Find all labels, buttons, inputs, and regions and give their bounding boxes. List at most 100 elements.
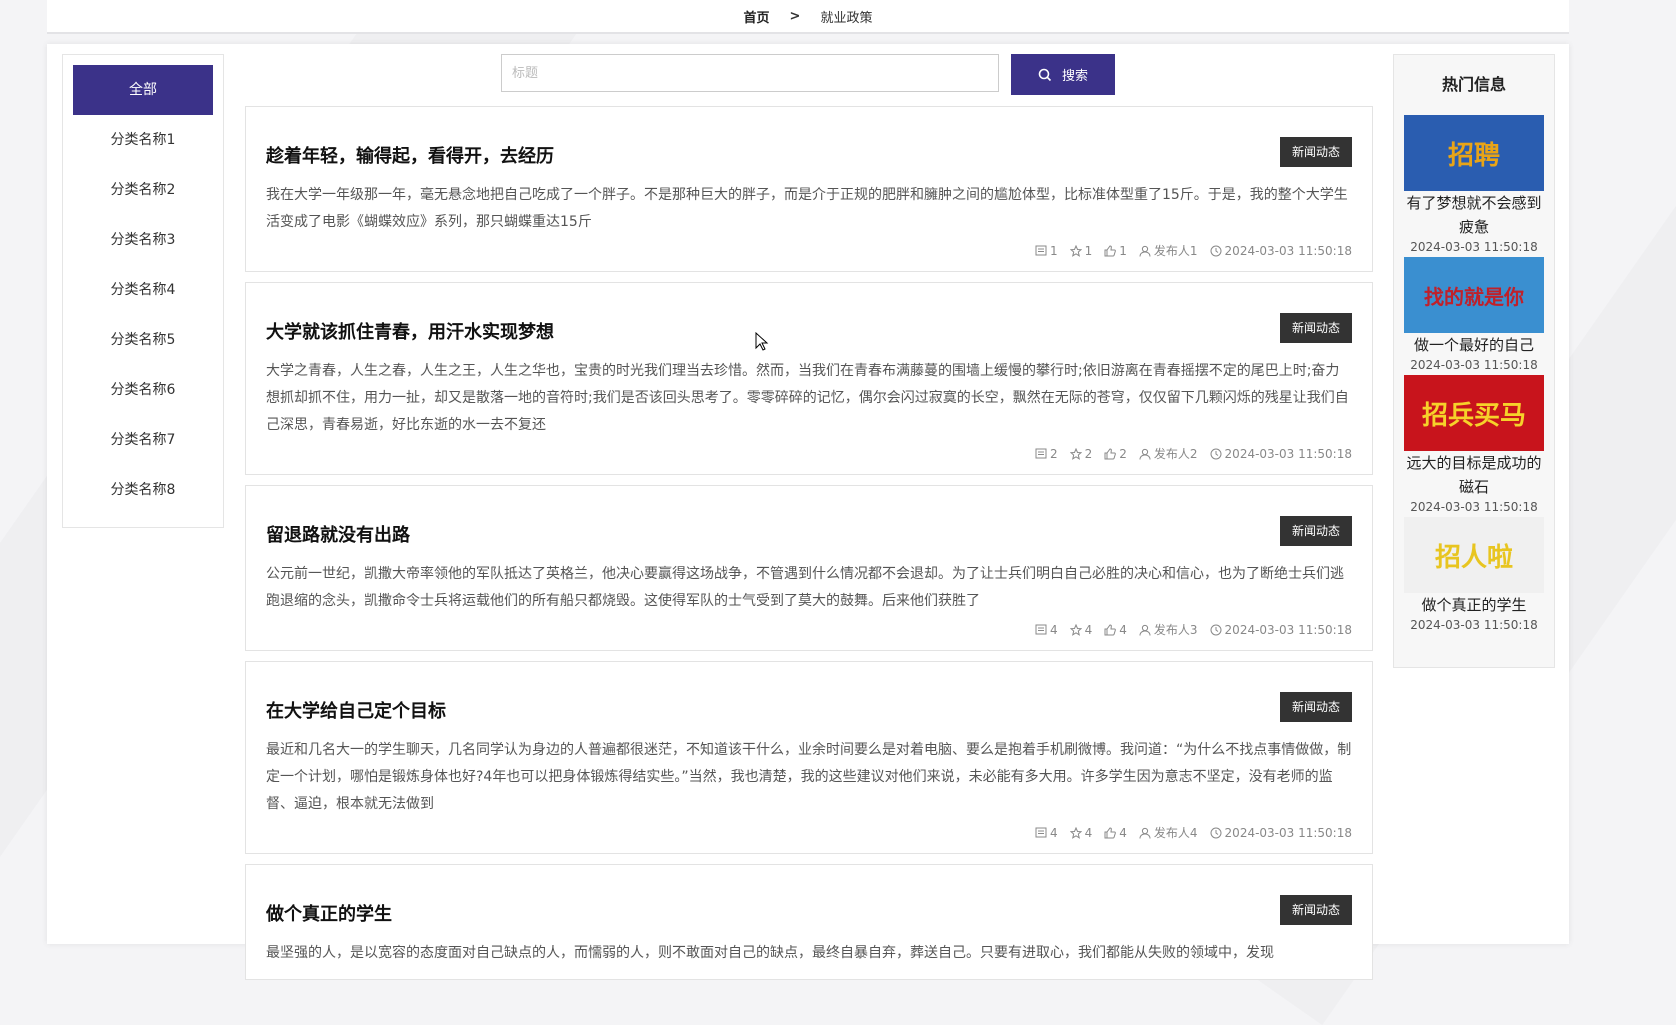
user-icon	[1139, 448, 1151, 460]
thumbs-up-icon	[1104, 447, 1117, 459]
article-title[interactable]: 做个真正的学生	[266, 900, 1352, 926]
article-tag: 新闻动态	[1279, 692, 1352, 722]
article-author: 发布人4	[1153, 826, 1198, 840]
breadcrumb-current: 就业政策	[820, 10, 873, 26]
star-icon	[1069, 623, 1082, 636]
clock-icon	[1210, 827, 1222, 838]
article-summary: 公元前一世纪，凯撒大帝率领他的军队抵达了英格兰，他决心要赢得这场战争，不管遇到什…	[266, 566, 1344, 609]
comment-count: 4	[1049, 622, 1058, 637]
hot-item-image[interactable]: 找的就是你	[1404, 257, 1544, 333]
comment-count: 2	[1049, 446, 1058, 461]
article-title[interactable]: 趁着年轻，输得起，看得开，去经历	[266, 142, 1352, 168]
sidebar-item-category-3[interactable]: 分类名称3	[73, 215, 213, 265]
thumbs-up-icon	[1104, 623, 1117, 635]
hot-item-image[interactable]: 招人啦	[1404, 517, 1544, 593]
hot-item-time: 2024-03-03 11:50:18	[1410, 358, 1538, 372]
hot-item-time: 2024-03-03 11:50:18	[1410, 240, 1538, 254]
breadcrumb-home-link[interactable]: 首页	[744, 7, 770, 26]
hot-item-name[interactable]: 做个真正的学生	[1404, 593, 1544, 617]
hot-item-image-text: 招人啦	[1434, 542, 1513, 573]
main-panel: 全部 分类名称1 分类名称2 分类名称3 分类名称4 分类名称5 分类名称6 分…	[47, 44, 1569, 980]
hot-item-image[interactable]: 招聘	[1404, 115, 1544, 191]
article-author: 发布人2	[1153, 447, 1198, 461]
search-button[interactable]: 搜索	[1011, 54, 1115, 95]
thumbs-up-icon	[1104, 826, 1117, 838]
article-tag: 新闻动态	[1279, 313, 1352, 343]
search-input[interactable]	[501, 54, 999, 92]
article-card[interactable]: 趁着年轻，输得起，看得开，去经历 新闻动态 我在大学一年级那一年，毫无悬念地把自…	[245, 106, 1373, 272]
hot-item-time: 2024-03-03 11:50:18	[1410, 618, 1538, 632]
user-icon	[1139, 245, 1151, 257]
hot-item-image[interactable]: 招兵买马	[1404, 375, 1544, 451]
clock-icon	[1210, 245, 1222, 256]
sidebar-item-all[interactable]: 全部	[73, 65, 213, 115]
search-icon	[1038, 68, 1052, 81]
article-card[interactable]: 做个真正的学生 新闻动态 最坚强的人，是以宽容的态度面对自己缺点的人，而懦弱的人…	[245, 864, 1373, 980]
article-title[interactable]: 大学就该抓住青春，用汗水实现梦想	[266, 318, 1352, 344]
article-tag: 新闻动态	[1279, 137, 1352, 167]
hot-item[interactable]: 招兵买马 远大的目标是成功的磁石 2024-03-03 11:50:18	[1404, 375, 1544, 515]
article-author: 发布人1	[1153, 244, 1198, 258]
sidebar-item-category-2[interactable]: 分类名称2	[73, 165, 213, 215]
comment-icon	[1035, 245, 1047, 255]
star-icon	[1069, 244, 1082, 257]
like-count: 4	[1119, 622, 1127, 637]
breadcrumb-separator: >	[789, 8, 801, 24]
article-tag: 新闻动态	[1279, 895, 1352, 925]
article-time: 2024-03-03 11:50:18	[1224, 243, 1352, 258]
hot-item-name[interactable]: 有了梦想就不会感到疲惫	[1404, 191, 1544, 239]
article-time: 2024-03-03 11:50:18	[1224, 622, 1352, 637]
clock-icon	[1210, 624, 1222, 635]
favorite-count: 4	[1084, 622, 1093, 637]
sidebar-item-category-5[interactable]: 分类名称5	[73, 315, 213, 365]
article-meta: 4 4 4 发布人3 2024-03-03 11:50:18	[266, 621, 1352, 638]
article-title[interactable]: 留退路就没有出路	[266, 521, 1352, 547]
article-meta: 2 2 2 发布人2 2024-03-03 11:50:18	[266, 445, 1352, 462]
like-count: 4	[1119, 825, 1127, 840]
like-count: 1	[1119, 243, 1127, 258]
article-tag: 新闻动态	[1279, 516, 1352, 546]
hot-item[interactable]: 招人啦 做个真正的学生 2024-03-03 11:50:18	[1404, 517, 1544, 633]
article-author: 发布人3	[1153, 623, 1198, 637]
comment-count: 1	[1049, 243, 1058, 258]
article-list: 趁着年轻，输得起，看得开，去经历 新闻动态 我在大学一年级那一年，毫无悬念地把自…	[245, 106, 1373, 990]
sidebar-item-category-7[interactable]: 分类名称7	[73, 415, 213, 465]
sidebar-item-category-6[interactable]: 分类名称6	[73, 365, 213, 415]
hot-item-time: 2024-03-03 11:50:18	[1410, 500, 1538, 514]
hot-item-name[interactable]: 做一个最好的自己	[1404, 333, 1544, 357]
sidebar-item-category-8[interactable]: 分类名称8	[73, 465, 213, 515]
article-meta: 4 4 4 发布人4 2024-03-03 11:50:18	[266, 824, 1352, 841]
comment-icon	[1035, 827, 1047, 837]
hot-info-title: 热门信息	[1441, 75, 1506, 94]
comment-icon	[1035, 624, 1047, 634]
hot-item-name[interactable]: 远大的目标是成功的磁石	[1404, 451, 1544, 499]
favorite-count: 2	[1084, 446, 1093, 461]
hot-info-panel: 热门信息 招聘 有了梦想就不会感到疲惫 2024-03-03 11:50:18 …	[1393, 54, 1555, 668]
mouse-cursor-icon	[755, 332, 769, 351]
search-button-label: 搜索	[1061, 69, 1088, 84]
favorite-count: 1	[1084, 243, 1093, 258]
article-summary: 大学之青春，人生之春，人生之王，人生之华也，宝贵的时光我们理当去珍惜。然而，当我…	[266, 363, 1349, 433]
like-count: 2	[1119, 446, 1127, 461]
hot-item[interactable]: 招聘 有了梦想就不会感到疲惫 2024-03-03 11:50:18	[1404, 115, 1544, 255]
article-card[interactable]: 在大学给自己定个目标 新闻动态 最近和几名大一的学生聊天，几名同学认为身边的人普…	[245, 661, 1373, 854]
sidebar-item-category-1[interactable]: 分类名称1	[73, 115, 213, 165]
comment-count: 4	[1049, 825, 1058, 840]
star-icon	[1069, 447, 1082, 460]
article-summary: 我在大学一年级那一年，毫无悬念地把自己吃成了一个胖子。不是那种巨大的胖子，而是介…	[266, 187, 1348, 230]
article-title[interactable]: 在大学给自己定个目标	[266, 697, 1352, 723]
article-summary: 最坚强的人，是以宽容的态度面对自己缺点的人，而懦弱的人，则不敢面对自己的缺点，最…	[266, 945, 1274, 961]
star-icon	[1069, 826, 1082, 839]
clock-icon	[1210, 448, 1222, 459]
hot-item[interactable]: 找的就是你 做一个最好的自己 2024-03-03 11:50:18	[1404, 257, 1544, 373]
user-icon	[1139, 624, 1151, 636]
user-icon	[1139, 827, 1151, 839]
article-card[interactable]: 留退路就没有出路 新闻动态 公元前一世纪，凯撒大帝率领他的军队抵达了英格兰，他决…	[245, 485, 1373, 651]
favorite-count: 4	[1084, 825, 1093, 840]
thumbs-up-icon	[1104, 244, 1117, 256]
article-summary: 最近和几名大一的学生聊天，几名同学认为身边的人普遍都很迷茫，不知道该干什么，业余…	[266, 742, 1352, 812]
sidebar-item-category-4[interactable]: 分类名称4	[73, 265, 213, 315]
hot-item-image-text: 找的就是你	[1424, 284, 1524, 309]
article-card[interactable]: 大学就该抓住青春，用汗水实现梦想 新闻动态 大学之青春，人生之春，人生之王，人生…	[245, 282, 1373, 475]
breadcrumb: 首页 > 就业政策	[47, 0, 1569, 34]
